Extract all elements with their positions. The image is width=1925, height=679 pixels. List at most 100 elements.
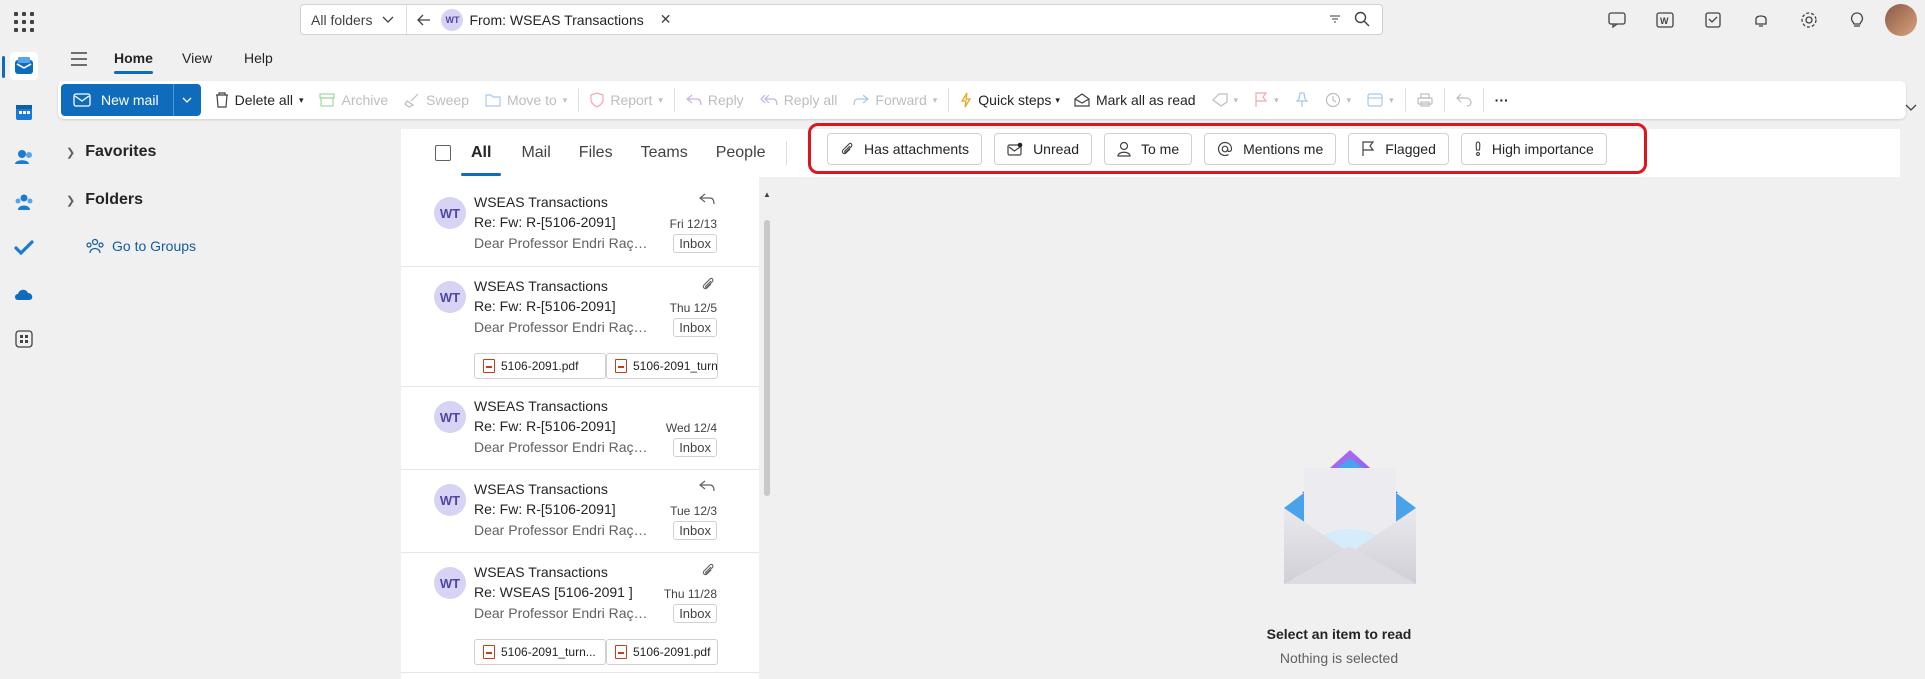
person-icon — [1117, 141, 1131, 157]
bell-icon[interactable] — [1737, 11, 1785, 29]
profile-avatar[interactable] — [1885, 4, 1917, 36]
pdf-icon — [483, 359, 495, 373]
onedrive-app-icon[interactable] — [10, 280, 38, 308]
new-mail-button[interactable]: New mail — [61, 84, 173, 116]
mail-app-icon[interactable] — [10, 52, 38, 80]
folder-pane: ❯ Favorites ❯ Folders Go to Groups — [48, 130, 400, 679]
filter-mentions-me[interactable]: Mentions me — [1204, 132, 1337, 165]
message-subject: Re: Fw: R-[5106-2091] — [474, 501, 616, 517]
header-divider — [785, 141, 787, 165]
chevron-down-icon[interactable]: ▾ — [658, 95, 663, 106]
people-app-icon[interactable] — [10, 143, 38, 171]
message-list-scrollbar[interactable] — [764, 220, 770, 496]
delete-all-button[interactable]: Delete all ▾ — [207, 84, 312, 116]
attachment-chip[interactable]: 5106-2091_turn... — [474, 639, 606, 665]
sender-avatar: WT — [434, 197, 466, 229]
groups-app-icon[interactable] — [10, 188, 38, 216]
search-scope-dropdown[interactable]: All folders — [301, 5, 408, 34]
word-icon[interactable]: W — [1641, 11, 1689, 29]
flag-button[interactable]: ▾ — [1246, 84, 1287, 116]
todo-app-icon[interactable] — [10, 234, 38, 262]
pivot-teams[interactable]: Teams — [641, 144, 688, 162]
search-icon[interactable] — [1354, 11, 1370, 27]
notes-icon[interactable] — [1689, 11, 1737, 29]
reply-all-button[interactable]: Reply all — [752, 84, 846, 116]
message-sender: WSEAS Transactions — [474, 278, 608, 294]
chevron-down-icon[interactable]: ▾ — [1274, 95, 1279, 106]
more-options-button[interactable]: ··· — [1487, 84, 1517, 116]
calendar-app-icon[interactable] — [10, 98, 38, 126]
rules-button[interactable]: ▾ — [1359, 84, 1402, 116]
more-apps-icon[interactable] — [10, 325, 38, 353]
tab-help[interactable]: Help — [244, 50, 273, 66]
back-arrow-icon[interactable] — [417, 14, 431, 26]
gear-icon[interactable] — [1785, 11, 1833, 29]
pin-icon — [1295, 92, 1309, 107]
chevron-down-icon[interactable]: ▾ — [933, 95, 938, 106]
chevron-down-icon[interactable]: ▾ — [1055, 95, 1060, 106]
mark-all-read-label: Mark all as read — [1095, 92, 1196, 108]
scroll-up-arrow-icon[interactable]: ▲ — [763, 190, 771, 199]
filter-flagged[interactable]: Flagged — [1348, 132, 1449, 165]
list-item[interactable]: WT WSEAS Transactions Re: Fw: R-[5106-20… — [401, 470, 759, 553]
chevron-down-icon[interactable]: ▾ — [1347, 95, 1352, 106]
pivot-people[interactable]: People — [716, 144, 766, 162]
attachment-chip[interactable]: 5106-2091.pdf — [474, 353, 606, 379]
archive-button[interactable]: Archive — [311, 84, 396, 116]
mark-all-read-button[interactable]: Mark all as read — [1066, 84, 1204, 116]
app-launcher-icon[interactable] — [12, 10, 36, 34]
attachment-name: 5106-2091.pdf — [633, 645, 711, 659]
pivot-all[interactable]: All — [460, 144, 503, 176]
list-item[interactable]: WT WSEAS Transactions Re: Fw: R-[5106-20… — [401, 183, 759, 267]
search-filter-chip[interactable]: WT From: WSEAS Transactions ✕ — [439, 8, 677, 32]
attachment-chip[interactable]: 5106-2091.pdf — [606, 639, 718, 665]
pivot-files[interactable]: Files — [579, 144, 613, 162]
forward-button[interactable]: Forward ▾ — [845, 84, 945, 116]
move-to-button[interactable]: Move to ▾ — [477, 84, 575, 116]
go-to-groups-link[interactable]: Go to Groups — [86, 238, 196, 254]
folders-node[interactable]: ❯ Folders — [66, 191, 143, 209]
favorites-node[interactable]: ❯ Favorites — [66, 143, 156, 161]
pivot-mail[interactable]: Mail — [521, 144, 550, 162]
filter-has-attachments-label: Has attachments — [864, 140, 970, 157]
sweep-button[interactable]: Sweep — [396, 84, 477, 116]
reply-icon — [685, 94, 702, 106]
undo-button[interactable] — [1448, 84, 1480, 116]
quick-steps-button[interactable]: Quick steps — [952, 84, 1059, 116]
filter-high-importance[interactable]: High importance — [1460, 132, 1607, 165]
chevron-down-icon[interactable]: ▾ — [1234, 95, 1239, 106]
report-button[interactable]: Report ▾ — [582, 84, 671, 116]
list-item[interactable]: WT WSEAS Transactions Re: Fw: R-[5106-20… — [401, 387, 759, 470]
filter-icon[interactable] — [1328, 12, 1342, 26]
new-mail-dropdown[interactable] — [172, 84, 201, 116]
list-item[interactable]: WT WSEAS Transactions Re: WSEAS [5106-20… — [401, 553, 759, 673]
tag-button[interactable]: ▾ — [1204, 84, 1247, 116]
reply-button[interactable]: Reply — [678, 84, 752, 116]
rules-icon — [1367, 93, 1383, 107]
filter-has-attachments[interactable]: Has attachments — [827, 132, 983, 165]
close-icon[interactable]: ✕ — [660, 11, 672, 28]
attachment-chip[interactable]: 5106-2091_turn — [606, 353, 718, 379]
lightbulb-icon[interactable] — [1833, 11, 1881, 29]
chevron-down-icon[interactable] — [1905, 104, 1917, 112]
list-item[interactable]: WT WSEAS Transactions Re: Fw: R-[5106-20… — [401, 267, 759, 387]
tab-home[interactable]: Home — [114, 50, 153, 74]
search-box[interactable]: All folders WT From: WSEAS Transactions … — [300, 4, 1383, 35]
filter-to-me[interactable]: To me — [1103, 132, 1193, 165]
reply-label: Reply — [707, 92, 744, 108]
filter-unread[interactable]: Unread — [994, 132, 1092, 165]
pin-button[interactable] — [1287, 84, 1317, 116]
teams-chat-icon[interactable] — [1593, 11, 1641, 29]
reply-all-label: Reply all — [783, 92, 838, 108]
tab-view[interactable]: View — [182, 50, 212, 66]
chevron-down-icon[interactable]: ▾ — [299, 95, 304, 106]
snooze-button[interactable]: ▾ — [1317, 84, 1360, 116]
select-all-checkbox[interactable] — [435, 145, 451, 161]
hamburger-menu-icon[interactable] — [70, 52, 88, 66]
top-bar: All folders WT From: WSEAS Transactions … — [48, 0, 1925, 40]
chevron-down-icon[interactable]: ▾ — [1389, 95, 1394, 106]
print-button[interactable] — [1409, 84, 1441, 116]
toolbar-divider — [578, 88, 580, 112]
filter-to-me-label: To me — [1140, 140, 1180, 157]
chevron-down-icon[interactable]: ▾ — [563, 95, 568, 106]
